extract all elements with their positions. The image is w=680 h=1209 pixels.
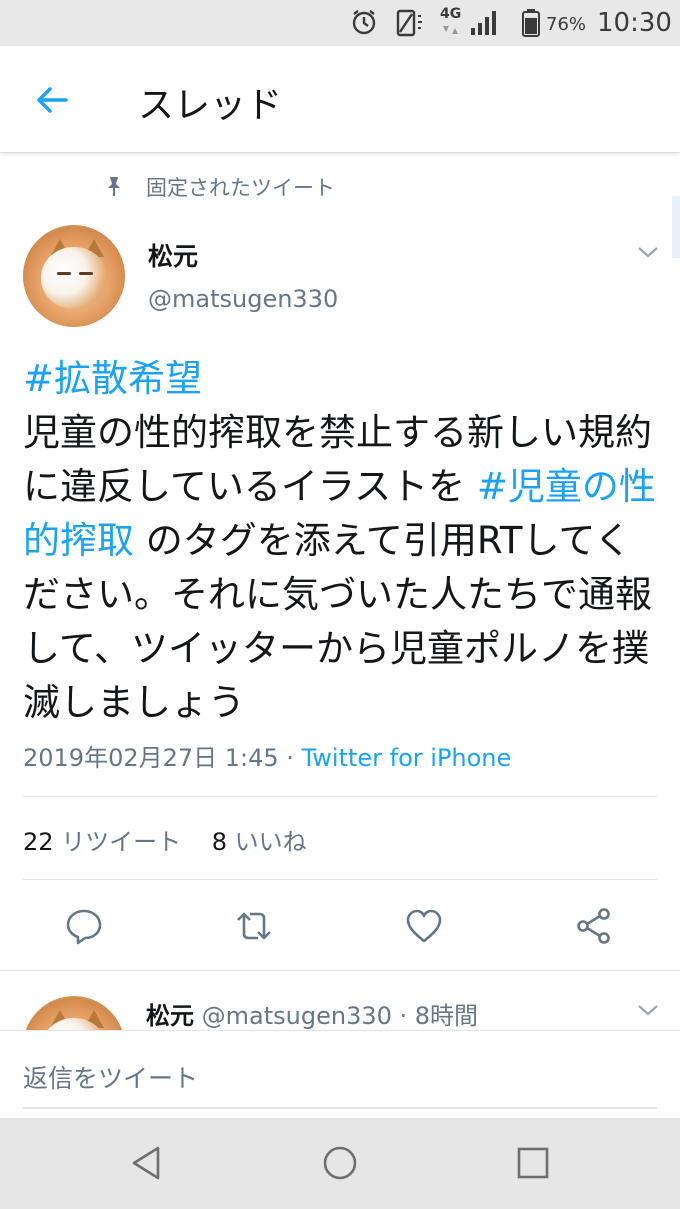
status-bar: 4G 76% 10:30: [0, 0, 680, 46]
battery-percent: 76%: [546, 14, 587, 35]
thread-header: スレッド: [0, 46, 680, 153]
page-title: スレッド: [138, 85, 283, 126]
pinned-text: 固定されたツイート: [146, 176, 335, 200]
recents-nav-icon[interactable]: [514, 1144, 552, 1182]
back-nav-icon[interactable]: [128, 1144, 166, 1182]
like-icon[interactable]: [404, 906, 444, 946]
author-name[interactable]: 松元: [146, 1002, 194, 1030]
tweet-meta: 2019年02月27日 1:45 · Twitter for iPhone: [23, 738, 511, 773]
pin-icon: [108, 177, 120, 196]
chevron-down-icon[interactable]: [636, 1002, 660, 1018]
home-nav-icon[interactable]: [321, 1144, 359, 1182]
share-icon[interactable]: [574, 906, 614, 946]
divider: [23, 879, 657, 880]
retweet-count[interactable]: 22: [23, 828, 54, 856]
author-name[interactable]: 松元: [148, 237, 198, 273]
battery-icon: [522, 9, 540, 37]
scrollbar[interactable]: [672, 196, 680, 258]
divider: [23, 796, 657, 797]
retweet-icon[interactable]: [234, 906, 274, 946]
avatar[interactable]: [23, 225, 125, 327]
author-handle[interactable]: @matsugen330: [202, 1002, 392, 1030]
tweet-text: #拡散希望 児童の性的搾取を禁止する新しい規約に違反しているイラストを #児童の性…: [23, 352, 663, 730]
screen-rotation-icon: [396, 9, 422, 37]
timestamp: 2019年02月27日 1:45 ·: [23, 744, 302, 772]
source-link[interactable]: Twitter for iPhone: [302, 744, 512, 772]
reply-icon[interactable]: [64, 906, 104, 946]
reply-composer[interactable]: 返信をツイート: [0, 1030, 680, 1119]
hashtag-link[interactable]: #拡散希望: [23, 357, 202, 400]
reply-input[interactable]: 返信をツイート: [23, 1059, 198, 1095]
chevron-down-icon[interactable]: [636, 244, 660, 260]
network-type: 4G: [440, 6, 462, 22]
data-arrows-icon: [443, 26, 458, 34]
retweet-label[interactable]: リツイート: [61, 828, 181, 856]
like-count[interactable]: 8: [212, 828, 227, 856]
reply-tweet-header[interactable]: 松元 @matsugen330 · 8時間: [146, 996, 478, 1031]
tweet-time: · 8時間: [399, 1002, 479, 1030]
divider: [0, 970, 680, 971]
like-label[interactable]: いいね: [235, 828, 307, 856]
arrow-left-icon[interactable]: [32, 80, 72, 120]
tweet-stats: 22 リツイート 8 いいね: [23, 822, 307, 857]
author-handle[interactable]: @matsugen330: [148, 285, 338, 313]
divider: [23, 1107, 657, 1109]
system-nav-bar: [0, 1118, 680, 1209]
signal-icon: [471, 11, 496, 35]
clock: 10:30: [597, 8, 672, 38]
alarm-icon: [352, 10, 376, 35]
